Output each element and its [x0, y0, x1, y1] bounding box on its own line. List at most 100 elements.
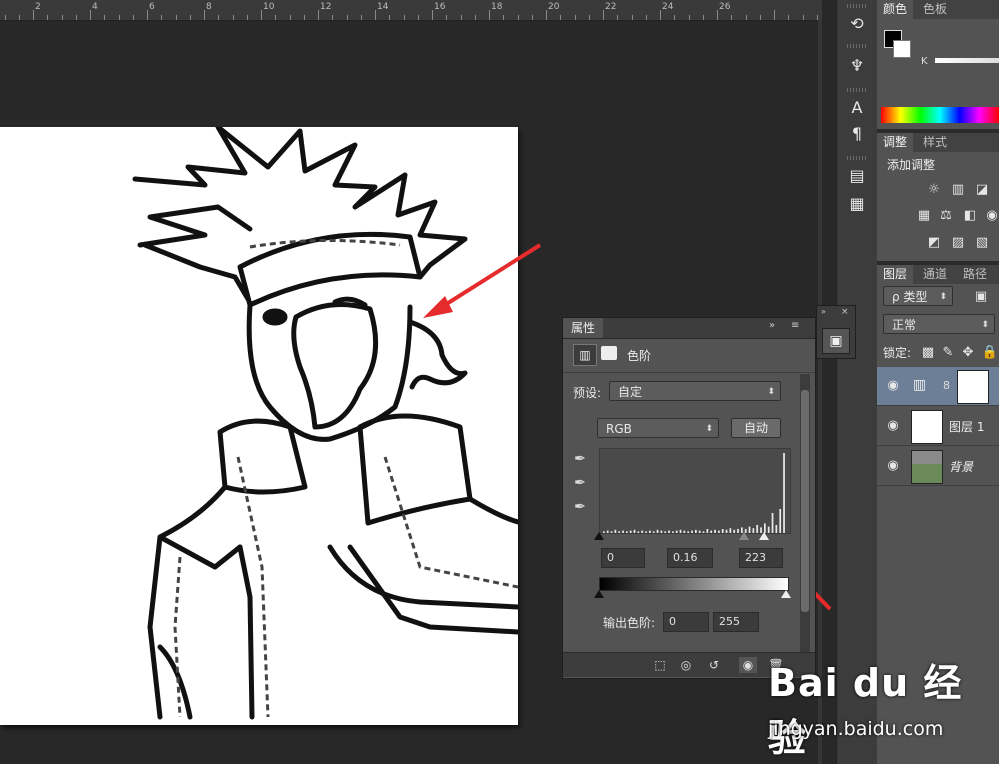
eye-icon[interactable]: ◉ [885, 458, 901, 474]
output-white-slider[interactable] [781, 590, 791, 598]
brush-presets-icon[interactable]: ♆ [843, 54, 871, 78]
tab-channels[interactable]: 通道 [917, 265, 953, 284]
dock-grip[interactable] [847, 44, 867, 48]
ruler-tick [774, 10, 775, 20]
histogram-bar [771, 513, 774, 533]
properties-panel-icon[interactable]: ▣ [822, 328, 850, 354]
properties-header: 属性 » ≡ [563, 318, 815, 339]
k-slider[interactable] [935, 58, 999, 63]
histogram-bar [710, 530, 713, 533]
divider [563, 372, 815, 373]
auto-button[interactable]: 自动 [731, 418, 781, 438]
histogram-bar [633, 529, 636, 533]
expand-icon[interactable]: » [821, 307, 826, 316]
paragraph-icon[interactable]: ¶ [843, 122, 871, 146]
eye-icon[interactable]: ◉ [885, 378, 901, 394]
ruler-tick [289, 15, 291, 20]
tab-properties[interactable]: 属性 [563, 318, 604, 338]
histogram-bar [706, 529, 709, 533]
histogram-bar [695, 529, 697, 533]
curves-icon[interactable]: ◪ [973, 181, 991, 199]
color-balance-icon[interactable]: ⚖ [937, 207, 955, 225]
mask-icon[interactable] [601, 346, 617, 360]
lock-all-icon[interactable]: 🔒 [981, 344, 999, 362]
ruler-label: 20 [548, 2, 560, 12]
image-filter-icon[interactable]: ▣ [972, 288, 990, 306]
hue-icon[interactable]: ▦ [915, 207, 933, 225]
lock-move-icon[interactable]: ✥ [959, 344, 977, 362]
lock-transparent-icon[interactable]: ▩ [919, 344, 937, 362]
brightness-icon[interactable]: ☼ [925, 181, 943, 199]
close-icon[interactable]: × [841, 307, 849, 317]
lock-label: 锁定: [883, 346, 912, 360]
levels-icon[interactable]: ▥ [573, 344, 597, 366]
histogram-bar [629, 530, 632, 533]
input-white-slider[interactable] [759, 532, 769, 540]
character-icon[interactable]: A [843, 96, 871, 120]
dock-grip[interactable] [847, 88, 867, 92]
input-black-slider[interactable] [594, 532, 604, 540]
collapse-icon[interactable]: » [769, 320, 775, 331]
output-black-slider[interactable] [594, 590, 604, 598]
histogram-bar [660, 530, 663, 533]
eye-icon[interactable]: ◉ [885, 418, 901, 434]
tab-paths[interactable]: 路径 [957, 265, 993, 284]
watermark-brand: Bai du 经验 [768, 661, 963, 760]
scroll-thumb[interactable] [801, 390, 809, 612]
visibility-icon[interactable]: ◉ [739, 657, 757, 673]
tab-layers[interactable]: 图层 [877, 265, 914, 284]
white-eyedropper-icon[interactable]: ✒ [571, 498, 589, 516]
layer-row-levels[interactable]: ◉ ▥ 8 [877, 367, 999, 406]
annotation-arrow-top [423, 243, 542, 318]
preset-label: 预设: [573, 386, 602, 400]
output-black-field[interactable]: 0 [663, 612, 709, 632]
ruler-tick [702, 15, 704, 20]
properties-scrollbar[interactable] [800, 374, 810, 658]
tab-styles[interactable]: 样式 [917, 133, 953, 152]
layer-row-background[interactable]: ◉ 背景 [877, 447, 999, 486]
gray-eyedropper-icon[interactable]: ✒ [571, 474, 589, 492]
blend-mode-dropdown[interactable]: 正常 ⬍ [883, 314, 995, 334]
input-white-field[interactable]: 223 [739, 548, 783, 568]
input-black-field[interactable]: 0 [601, 548, 645, 568]
tab-adjustments[interactable]: 调整 [877, 133, 914, 152]
ruler-tick [232, 15, 234, 20]
histogram-bar [664, 531, 667, 533]
history-icon[interactable]: ⟲ [843, 12, 871, 36]
invert-icon[interactable]: ◩ [925, 234, 943, 252]
photo-filter-icon[interactable]: ◉ [983, 207, 999, 225]
layer-mask-thumbnail[interactable] [957, 370, 989, 404]
layer-row-layer1[interactable]: ◉ 图层 1 [877, 407, 999, 446]
selective-color-icon[interactable]: ▧ [973, 234, 991, 252]
ruler-label: 4 [92, 2, 98, 12]
notes-icon[interactable]: ▦ [843, 192, 871, 216]
dock-grip[interactable] [847, 156, 867, 160]
output-white-field[interactable]: 255 [713, 612, 759, 632]
histogram-bar [779, 509, 782, 533]
document-canvas[interactable] [0, 127, 518, 725]
reset-icon[interactable]: ↺ [705, 657, 723, 673]
black-eyedropper-icon[interactable]: ✒ [571, 450, 589, 468]
tab-swatches[interactable]: 色板 [917, 0, 953, 19]
clip-to-layer-icon[interactable]: ⬚ [651, 657, 669, 673]
histogram-bar [641, 530, 644, 533]
input-gamma-slider[interactable] [739, 532, 749, 540]
tab-color[interactable]: 颜色 [877, 0, 914, 19]
dock-grip[interactable] [847, 4, 867, 8]
link-icon[interactable]: 8 [943, 379, 950, 392]
lock-paint-icon[interactable]: ✎ [939, 344, 957, 362]
ruler-tick [303, 15, 305, 20]
gradient-map-icon[interactable]: ▨ [949, 234, 967, 252]
view-previous-icon[interactable]: ◎ [677, 657, 695, 673]
preset-dropdown[interactable]: 自定 ⬍ [609, 381, 781, 401]
input-gamma-field[interactable]: 0.16 [667, 548, 713, 568]
black-white-icon[interactable]: ◧ [961, 207, 979, 225]
layers-tabs: 图层 通道 路径 [877, 265, 999, 284]
layer-filter-dropdown[interactable]: ρ 类型 ⬍ [883, 286, 953, 306]
background-color-swatch[interactable] [893, 40, 911, 58]
panel-menu-icon[interactable]: ≡ [791, 320, 799, 331]
info-icon[interactable]: ▤ [843, 164, 871, 188]
levels-icon[interactable]: ▥ [949, 181, 967, 199]
channel-dropdown[interactable]: RGB ⬍ [597, 418, 719, 438]
color-spectrum[interactable] [881, 107, 999, 123]
